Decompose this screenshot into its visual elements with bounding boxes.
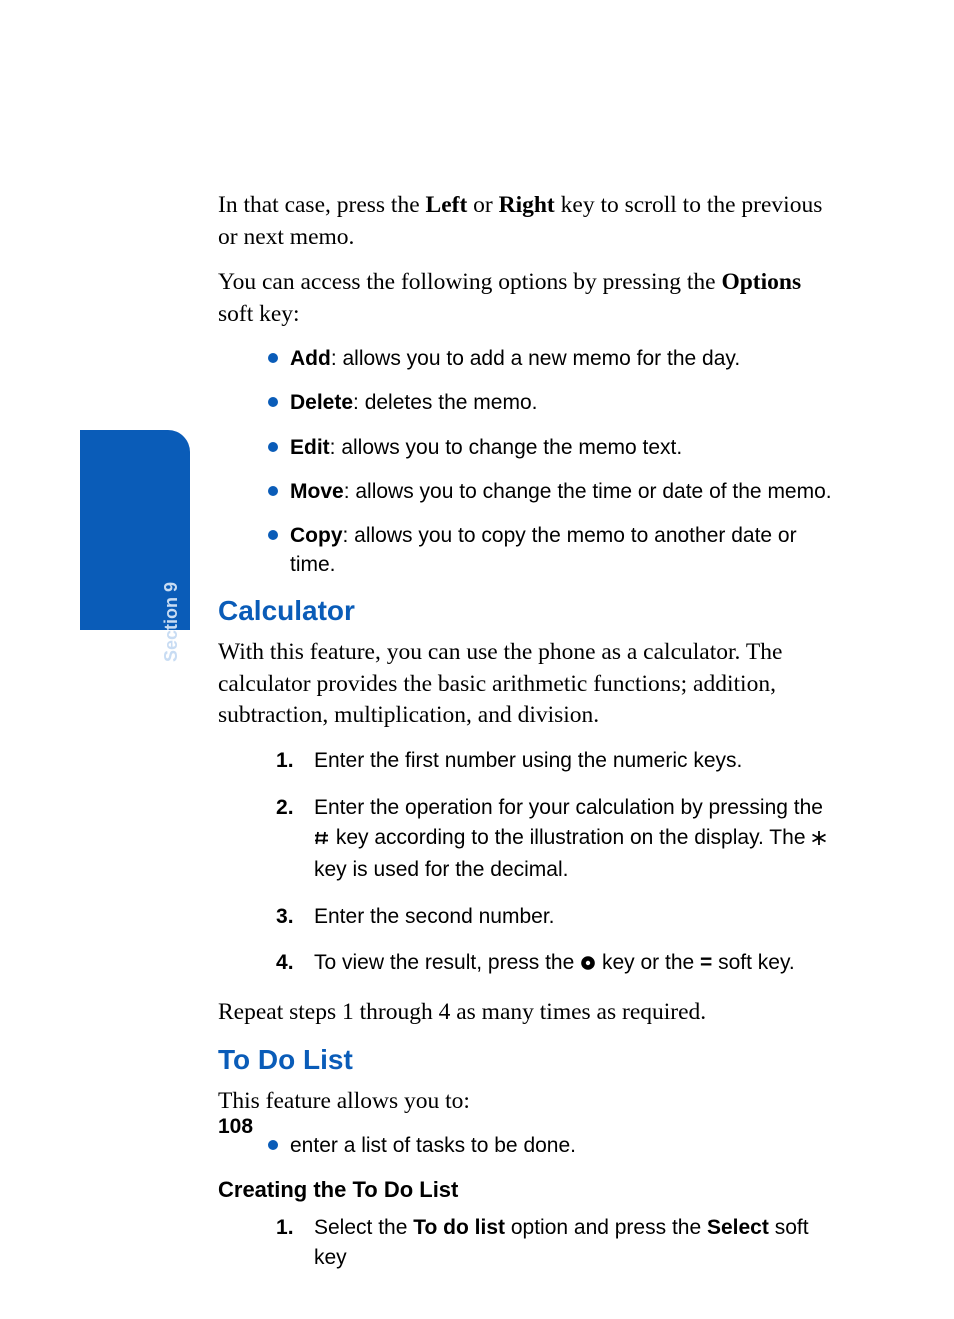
step-2: Enter the operation for your calculation…	[218, 793, 838, 886]
text: soft key.	[712, 951, 794, 974]
bullet-label: Edit	[290, 436, 330, 459]
ok-key-icon	[580, 950, 596, 980]
text: key according to the illustration on the…	[330, 826, 811, 849]
text: To view the result, press the	[314, 951, 580, 974]
bullet-move: Move: allows you to change the time or d…	[218, 478, 838, 506]
bullet-text: : allows you to change the memo text.	[330, 436, 683, 459]
text: In that case, press the	[218, 192, 426, 218]
text: key or the	[596, 951, 700, 974]
hash-key-icon	[314, 825, 330, 855]
text: or	[467, 192, 498, 218]
bullet-edit: Edit: allows you to change the memo text…	[218, 434, 838, 462]
keyword-right: Right	[499, 192, 555, 218]
text: Enter the operation for your calculation…	[314, 796, 823, 819]
bullet-text: : deletes the memo.	[353, 391, 537, 414]
keyword-options: Options	[721, 269, 801, 295]
step-3: Enter the second number.	[218, 902, 838, 932]
paragraph-calculator-desc: With this feature, you can use the phone…	[218, 637, 838, 732]
section-tab: Section 9	[80, 430, 190, 630]
todo-bullet-list: enter a list of tasks to be done.	[218, 1132, 838, 1160]
options-bullet-list: Add: allows you to add a new memo for th…	[218, 345, 838, 579]
bullet-label: Delete	[290, 391, 353, 414]
todo-steps: Select the To do list option and press t…	[218, 1213, 838, 1274]
paragraph-repeat: Repeat steps 1 through 4 as many times a…	[218, 997, 838, 1029]
bullet-label: Add	[290, 347, 331, 370]
step-1: Select the To do list option and press t…	[218, 1213, 838, 1274]
bullet-label: Move	[290, 480, 344, 503]
keyword-left: Left	[426, 192, 468, 218]
page-number: 108	[218, 1115, 253, 1139]
bullet-text: enter a list of tasks to be done.	[290, 1134, 576, 1157]
text: key is used for the decimal.	[314, 858, 568, 881]
text: Select the	[314, 1216, 413, 1239]
bullet-copy: Copy: allows you to copy the memo to ano…	[218, 522, 838, 579]
text: option and press the	[505, 1216, 707, 1239]
text: You can access the following options by …	[218, 269, 721, 295]
equals-softkey: =	[700, 951, 712, 974]
star-key-icon	[811, 825, 827, 855]
bullet-label: Copy	[290, 524, 343, 547]
content-area: In that case, press the Left or Right ke…	[218, 190, 838, 1289]
step-4: To view the result, press the key or the…	[218, 948, 838, 980]
paragraph-todo-intro: This feature allows you to:	[218, 1086, 838, 1118]
heading-creating-todo: Creating the To Do List	[218, 1177, 838, 1203]
bullet-enter-tasks: enter a list of tasks to be done.	[218, 1132, 838, 1160]
bullet-text: : allows you to change the time or date …	[344, 480, 832, 503]
heading-calculator: Calculator	[218, 595, 838, 627]
keyword-select: Select	[707, 1216, 769, 1239]
paragraph-options-intro: You can access the following options by …	[218, 267, 838, 330]
bullet-delete: Delete: deletes the memo.	[218, 389, 838, 417]
heading-todo: To Do List	[218, 1044, 838, 1076]
section-tab-label: Section 9	[161, 582, 182, 662]
step-1: Enter the first number using the numeric…	[218, 746, 838, 776]
bullet-text: : allows you to add a new memo for the d…	[331, 347, 740, 370]
keyword-todo-list: To do list	[413, 1216, 505, 1239]
calculator-steps: Enter the first number using the numeric…	[218, 746, 838, 981]
bullet-text: : allows you to copy the memo to another…	[290, 524, 797, 575]
paragraph-intro-scroll: In that case, press the Left or Right ke…	[218, 190, 838, 253]
text: soft key:	[218, 301, 300, 327]
page: Section 9 In that case, press the Left o…	[0, 0, 954, 1319]
bullet-add: Add: allows you to add a new memo for th…	[218, 345, 838, 373]
